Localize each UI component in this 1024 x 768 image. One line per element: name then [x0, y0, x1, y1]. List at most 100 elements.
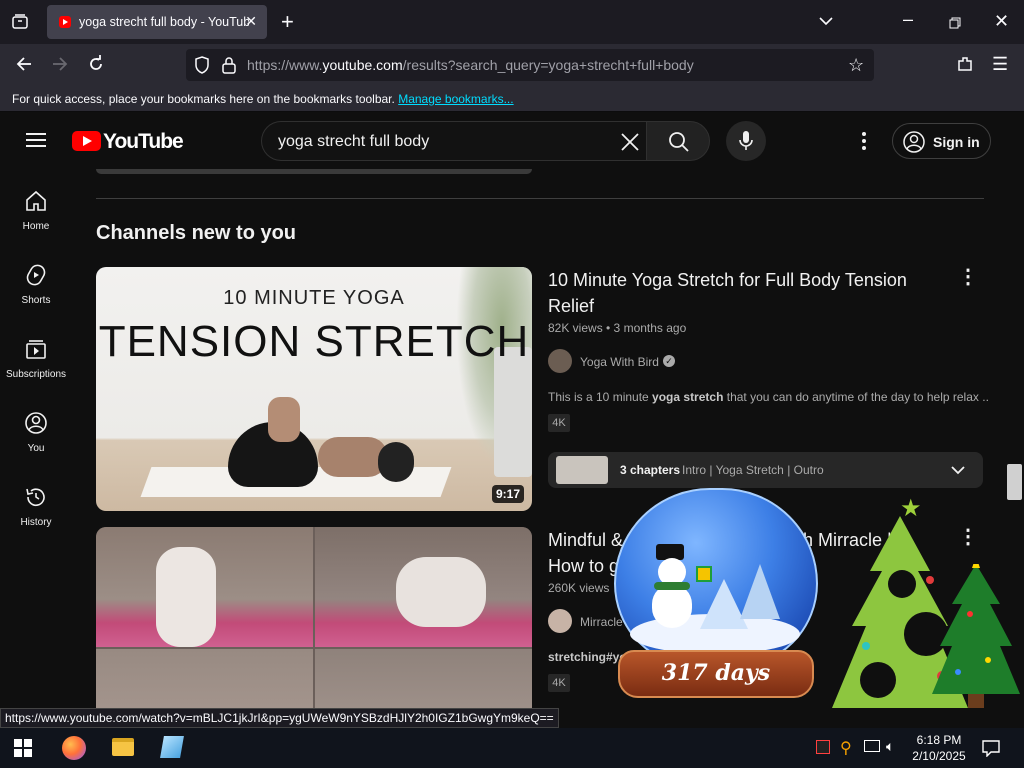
section-divider: [96, 198, 984, 199]
video-meta: 82K views • 3 months ago: [548, 321, 687, 335]
chapters-count: 3 chapters: [620, 463, 681, 477]
voice-search-button[interactable]: [726, 121, 766, 161]
security-tray-icon[interactable]: [816, 740, 830, 754]
manage-bookmarks-link[interactable]: Manage bookmarks...: [398, 92, 513, 106]
windows-start-icon[interactable]: [14, 739, 32, 762]
sign-in-button[interactable]: Sign in: [892, 123, 991, 159]
microphone-icon: [739, 131, 753, 150]
notifications-icon[interactable]: [982, 739, 1000, 762]
url-bar[interactable]: https://www.youtube.com/results?search_q…: [186, 49, 874, 81]
section-title: Channels new to you: [96, 222, 297, 244]
reload-icon[interactable]: [87, 55, 105, 76]
back-icon[interactable]: [15, 55, 33, 76]
tab-overview-icon[interactable]: [11, 13, 29, 34]
video-thumbnail-2[interactable]: [96, 527, 532, 709]
video-thumbnail[interactable]: 10 MINUTE YOGA TENSION STRETCH 9:17: [96, 267, 532, 511]
lock-icon[interactable]: [222, 56, 236, 77]
previous-result-bottom: [96, 169, 532, 174]
new-tab-icon[interactable]: +: [281, 11, 294, 33]
thumbnail-person: [228, 397, 418, 487]
snowglobe-tree-b: [740, 564, 780, 619]
file-explorer-icon[interactable]: [112, 738, 134, 756]
browser-tab-bar: yoga strecht full body - YouTube ✕ + – ✕: [0, 0, 1024, 44]
thumbnail-headline-small: 10 MINUTE YOGA: [223, 287, 405, 309]
snowglobe-widget[interactable]: 317 days: [610, 484, 822, 704]
youtube-header: YouTube yoga strecht full body Sign in: [0, 113, 1024, 169]
sidebar-item-you[interactable]: You: [0, 391, 72, 465]
menu-hamburger-icon[interactable]: ☰: [992, 55, 1008, 73]
video-title-2-line2: How to g: [548, 556, 620, 576]
active-tab[interactable]: yoga strecht full body - YouTube ✕: [47, 5, 267, 39]
browser-nav-bar: https://www.youtube.com/results?search_q…: [0, 44, 1024, 86]
clock-time: 6:18 PM: [916, 733, 962, 747]
snowman-icon: [648, 544, 696, 644]
search-icon: [669, 132, 689, 152]
restore-icon[interactable]: [949, 14, 961, 32]
video-title[interactable]: 10 Minute Yoga Stretch for Full Body Ten…: [548, 267, 928, 319]
history-icon: [26, 488, 45, 507]
bookmark-star-icon[interactable]: ☆: [848, 56, 864, 74]
volume-tray-icon[interactable]: 🔈︎: [886, 738, 894, 755]
shorts-icon: [26, 264, 46, 286]
network-tray-icon[interactable]: [864, 740, 880, 752]
subscriptions-icon: [26, 340, 46, 359]
sidebar-item-subscriptions[interactable]: Subscriptions: [0, 317, 72, 391]
quality-badge-2: 4K: [548, 674, 570, 692]
chapter-thumbnail: [556, 456, 608, 484]
sidebar-item-home[interactable]: Home: [0, 169, 72, 243]
sidebar-label-history: History: [20, 517, 52, 528]
search-input[interactable]: yoga strecht full body: [278, 133, 429, 151]
gift-box-icon: [696, 566, 712, 582]
tab-title: yoga strecht full body - YouTube: [79, 15, 249, 29]
clear-search-icon[interactable]: [620, 132, 640, 157]
shield-icon[interactable]: [194, 56, 210, 77]
channel-avatar[interactable]: [548, 349, 572, 373]
extensions-icon[interactable]: [956, 55, 974, 76]
chapters-dropdown[interactable]: 3 chapters Intro | Yoga Stretch | Outro: [548, 452, 983, 488]
search-button[interactable]: [646, 121, 710, 161]
chapters-list: Intro | Yoga Stretch | Outro: [682, 463, 824, 477]
bookmarks-hint: For quick access, place your bookmarks h…: [12, 92, 395, 106]
guide-menu-icon[interactable]: [26, 132, 46, 153]
youtube-logo-icon: [72, 131, 101, 151]
firefox-taskbar-icon[interactable]: [62, 736, 86, 760]
channel-name[interactable]: Yoga With Bird: [580, 355, 659, 369]
you-icon: [25, 412, 47, 434]
taskbar-clock[interactable]: 6:18 PM 2/10/2025: [906, 732, 972, 764]
search-tray-icon[interactable]: ⚲: [840, 738, 852, 758]
xmas-tree-icon: [932, 564, 1020, 708]
search-box[interactable]: yoga strecht full body: [261, 121, 647, 161]
sidebar-item-history[interactable]: History: [0, 465, 72, 539]
bookmarks-toolbar: For quick access, place your bookmarks h…: [0, 86, 1024, 112]
thumbnail-headline-large: TENSION STRETCH: [98, 317, 530, 366]
chevron-down-icon: [951, 466, 965, 475]
channel-link[interactable]: Yoga With Bird ✓: [548, 349, 748, 373]
sidebar-label-subscriptions: Subscriptions: [5, 369, 67, 380]
status-url-tooltip: https://www.youtube.com/watch?v=mBLJC1jk…: [0, 708, 559, 728]
forward-icon[interactable]: [51, 55, 69, 76]
tab-close-icon[interactable]: ✕: [245, 13, 257, 30]
video-description: This is a 10 minute yoga stretch that yo…: [548, 390, 988, 404]
sidebar-label-you: You: [27, 443, 45, 454]
list-all-tabs-icon[interactable]: [818, 13, 834, 32]
sidebar-item-shorts[interactable]: Shorts: [0, 243, 72, 317]
thumbnail-person-a: [156, 547, 216, 647]
channel-avatar-2[interactable]: [548, 609, 572, 633]
quality-badge: 4K: [548, 414, 570, 432]
url-text[interactable]: https://www.youtube.com/results?search_q…: [247, 57, 694, 73]
video-more-kebab-icon[interactable]: ⋮: [958, 264, 978, 289]
close-window-icon[interactable]: ✕: [994, 12, 1009, 30]
account-circle-icon: [903, 131, 925, 153]
christmas-tree-decoration: ★: [826, 494, 1022, 722]
video-duration: 9:17: [491, 485, 524, 503]
minimize-icon[interactable]: –: [903, 10, 913, 28]
youtube-favicon-icon: [59, 16, 71, 28]
days-counter: 317 days: [661, 660, 771, 686]
notepad-taskbar-icon[interactable]: [160, 736, 184, 758]
windows-taskbar: ⚲ 🔈︎ 6:18 PM 2/10/2025: [0, 728, 1024, 768]
clock-date: 2/10/2025: [912, 749, 966, 763]
youtube-logo-text: YouTube: [103, 130, 184, 153]
settings-kebab-icon[interactable]: [862, 132, 866, 155]
sidebar-label-home: Home: [22, 221, 50, 232]
video-meta-2: 260K views: [548, 581, 610, 595]
